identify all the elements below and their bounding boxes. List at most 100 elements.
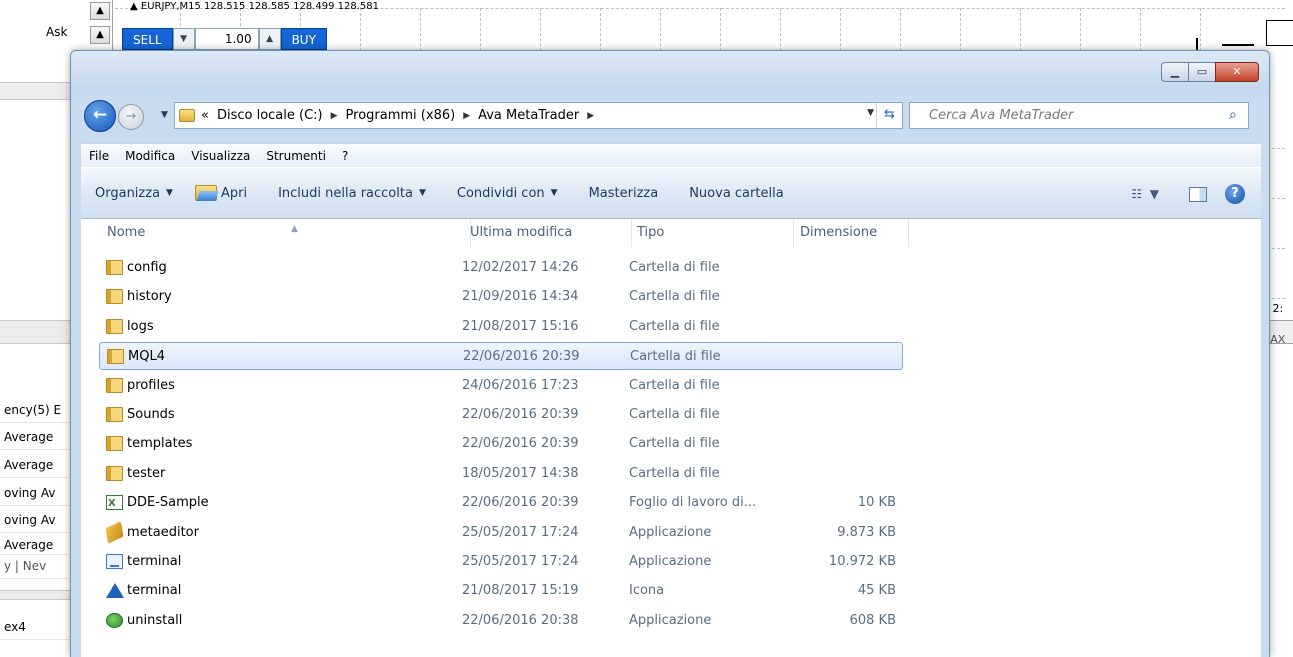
new-folder-button[interactable]: Nuova cartella xyxy=(669,186,794,201)
forward-arrow-icon[interactable]: → xyxy=(118,104,144,130)
column-size[interactable]: Dimensione xyxy=(794,219,909,247)
file-row[interactable]: terminal 25/05/2017 17:24 Applicazione 10.9… xyxy=(99,548,903,576)
breadcrumb-chevron-icon[interactable]: ▶ xyxy=(587,111,594,121)
file-type: Cartella di file xyxy=(629,407,720,422)
address-dropdown-icon[interactable]: ▼ xyxy=(867,108,874,118)
tri-icon xyxy=(106,583,124,599)
chevron-down-icon: ▼ xyxy=(166,188,173,198)
minimize-icon[interactable]: ▁ xyxy=(1161,62,1189,82)
buy-button[interactable]: BUY xyxy=(280,28,327,50)
breadcrumb-ava-metatrader[interactable]: Ava MetaTrader xyxy=(478,108,579,123)
file-type: Cartella di file xyxy=(629,318,720,334)
breadcrumb-chevron-icon[interactable]: ▶ xyxy=(463,111,470,121)
file-row[interactable]: config 12/02/2017 14:26 Cartella di file xyxy=(99,254,903,282)
file-type: Cartella di file xyxy=(629,465,720,481)
include-label: Includi nella raccolta xyxy=(278,185,413,201)
file-list-item[interactable]: ex4 xyxy=(0,614,70,640)
breadcrumb-chevron-icon[interactable]: ▶ xyxy=(331,111,338,121)
title-bar[interactable]: ▁ ▭ ✕ xyxy=(71,51,1269,95)
navigator-item[interactable]: Average xyxy=(0,452,70,478)
folder-icon xyxy=(106,407,123,422)
file-row[interactable]: metaeditor 25/05/2017 17:24 Applicazione 9.… xyxy=(99,519,903,547)
file-modified: 22/06/2016 20:39 xyxy=(463,349,580,365)
file-row[interactable]: tester 18/05/2017 14:38 Cartella di file xyxy=(99,460,903,488)
lot-size-field[interactable]: 1.00 xyxy=(194,28,259,50)
folder-icon xyxy=(179,109,195,122)
uninst-icon xyxy=(106,612,123,628)
navigator-item[interactable]: oving Av xyxy=(0,507,70,533)
share-label: Condividi con xyxy=(456,185,545,201)
breadcrumb-disco[interactable]: Disco locale (C:) xyxy=(217,108,323,123)
organize-button[interactable]: Organizza ▼ xyxy=(81,186,184,201)
menu-visualizza[interactable]: Visualizza xyxy=(183,149,258,163)
recent-pages-icon[interactable]: ▼ xyxy=(161,110,168,120)
navigator-item[interactable]: Average xyxy=(0,424,70,450)
file-size: 608 KB xyxy=(849,612,896,628)
sell-button[interactable]: SELL xyxy=(122,28,173,50)
menu-modifica[interactable]: Modifica xyxy=(117,149,183,163)
file-type: Applicazione xyxy=(629,524,712,540)
file-row[interactable]: templates 22/06/2016 20:39 Cartella di fil… xyxy=(99,430,903,458)
search-icon[interactable]: ⌕ xyxy=(1229,107,1263,123)
folder-icon xyxy=(106,318,123,334)
file-row[interactable]: MQL4 22/06/2016 20:39 Cartella di file xyxy=(99,342,903,371)
navigator-item[interactable]: oving Av xyxy=(0,480,70,506)
open-button[interactable]: Apri xyxy=(184,185,258,201)
file-modified: 21/09/2016 14:34 xyxy=(462,289,579,305)
back-arrow-icon[interactable]: ← xyxy=(84,100,116,132)
preview-pane-icon[interactable] xyxy=(1189,186,1207,202)
file-modified: 21/08/2017 15:16 xyxy=(462,318,579,334)
open-label: Apri xyxy=(220,185,248,201)
file-type: Cartella di file xyxy=(629,436,720,452)
view-options-icon[interactable]: ☷ ▼ xyxy=(1131,187,1159,201)
file-type: Cartella di file xyxy=(630,349,721,365)
lot-increase-icon[interactable]: ▲ xyxy=(258,28,281,50)
folder-icon xyxy=(106,377,123,393)
panel-header xyxy=(0,82,70,100)
refresh-icon[interactable]: ⇆ xyxy=(876,103,902,128)
column-modified[interactable]: Ultima modifica xyxy=(464,219,632,247)
navigator-item[interactable]: ency(5) E xyxy=(0,397,70,423)
scroll-up-icon[interactable]: ▲ xyxy=(90,2,110,20)
menu-strumenti[interactable]: Strumenti xyxy=(258,149,334,163)
lot-decrease-icon[interactable]: ▼ xyxy=(172,28,195,50)
address-bar[interactable]: « Disco locale (C:) ▶ Programmi (x86) ▶ … xyxy=(174,102,903,129)
breadcrumb-overflow[interactable]: « xyxy=(201,108,209,123)
breadcrumb-programmi[interactable]: Programmi (x86) xyxy=(346,108,456,123)
file-name: history xyxy=(127,289,172,305)
folder-icon xyxy=(107,349,124,365)
column-size-label: Dimensione xyxy=(800,225,878,240)
panel-header xyxy=(0,320,70,344)
search-input[interactable]: Cerca Ava MetaTrader xyxy=(909,102,1249,129)
file-name: config xyxy=(127,260,167,275)
explorer-window: ▁ ▭ ✕ ← → ▼ « Disco locale (C:) ▶ Progra… xyxy=(70,50,1270,657)
help-icon[interactable]: ? xyxy=(1225,184,1245,204)
chart-box xyxy=(1266,20,1293,46)
file-name: profiles xyxy=(127,377,175,393)
file-row[interactable]: DDE-Sample 22/06/2016 20:39 Foglio di lavo… xyxy=(99,489,903,517)
maximize-icon[interactable]: ▭ xyxy=(1188,62,1216,82)
file-name: MQL4 xyxy=(128,349,165,365)
include-in-library-button[interactable]: Includi nella raccolta ▼ xyxy=(258,186,437,201)
sort-ascending-icon: ▲ xyxy=(291,224,298,234)
navigator-tabs[interactable]: y | Nev xyxy=(0,553,70,579)
close-icon[interactable]: ✕ xyxy=(1215,62,1259,82)
navigator-item[interactable]: Average xyxy=(0,535,70,555)
folder-icon xyxy=(106,289,123,305)
menu-bar: File Modifica Visualizza Strumenti ? xyxy=(81,143,1261,167)
menu-help[interactable]: ? xyxy=(334,149,356,163)
file-row[interactable]: terminal 21/08/2017 15:19 Icona 45 KB xyxy=(99,577,903,605)
file-row[interactable]: uninstall 22/06/2016 20:38 Applicazione 608… xyxy=(99,607,903,635)
column-name[interactable]: Nome ▲ xyxy=(101,219,471,247)
column-type[interactable]: Tipo xyxy=(631,219,794,247)
menu-file[interactable]: File xyxy=(81,149,117,163)
file-row[interactable]: logs 21/08/2017 15:16 Cartella di file xyxy=(99,313,903,341)
file-size: 45 KB xyxy=(857,583,896,599)
file-row[interactable]: profiles 24/06/2016 17:23 Cartella di file xyxy=(99,372,903,400)
one-click-trade-panel: SELL ▼ 1.00 ▲ BUY xyxy=(122,28,327,50)
file-row[interactable]: history 21/09/2016 14:34 Cartella di file xyxy=(99,283,903,311)
scroll-spin-icon[interactable]: ▲ xyxy=(90,26,110,44)
file-row[interactable]: Sounds 22/06/2016 20:39 Cartella di file xyxy=(99,401,903,429)
share-with-button[interactable]: Condividi con ▼ xyxy=(437,186,569,201)
burn-button[interactable]: Masterizza xyxy=(569,186,670,201)
